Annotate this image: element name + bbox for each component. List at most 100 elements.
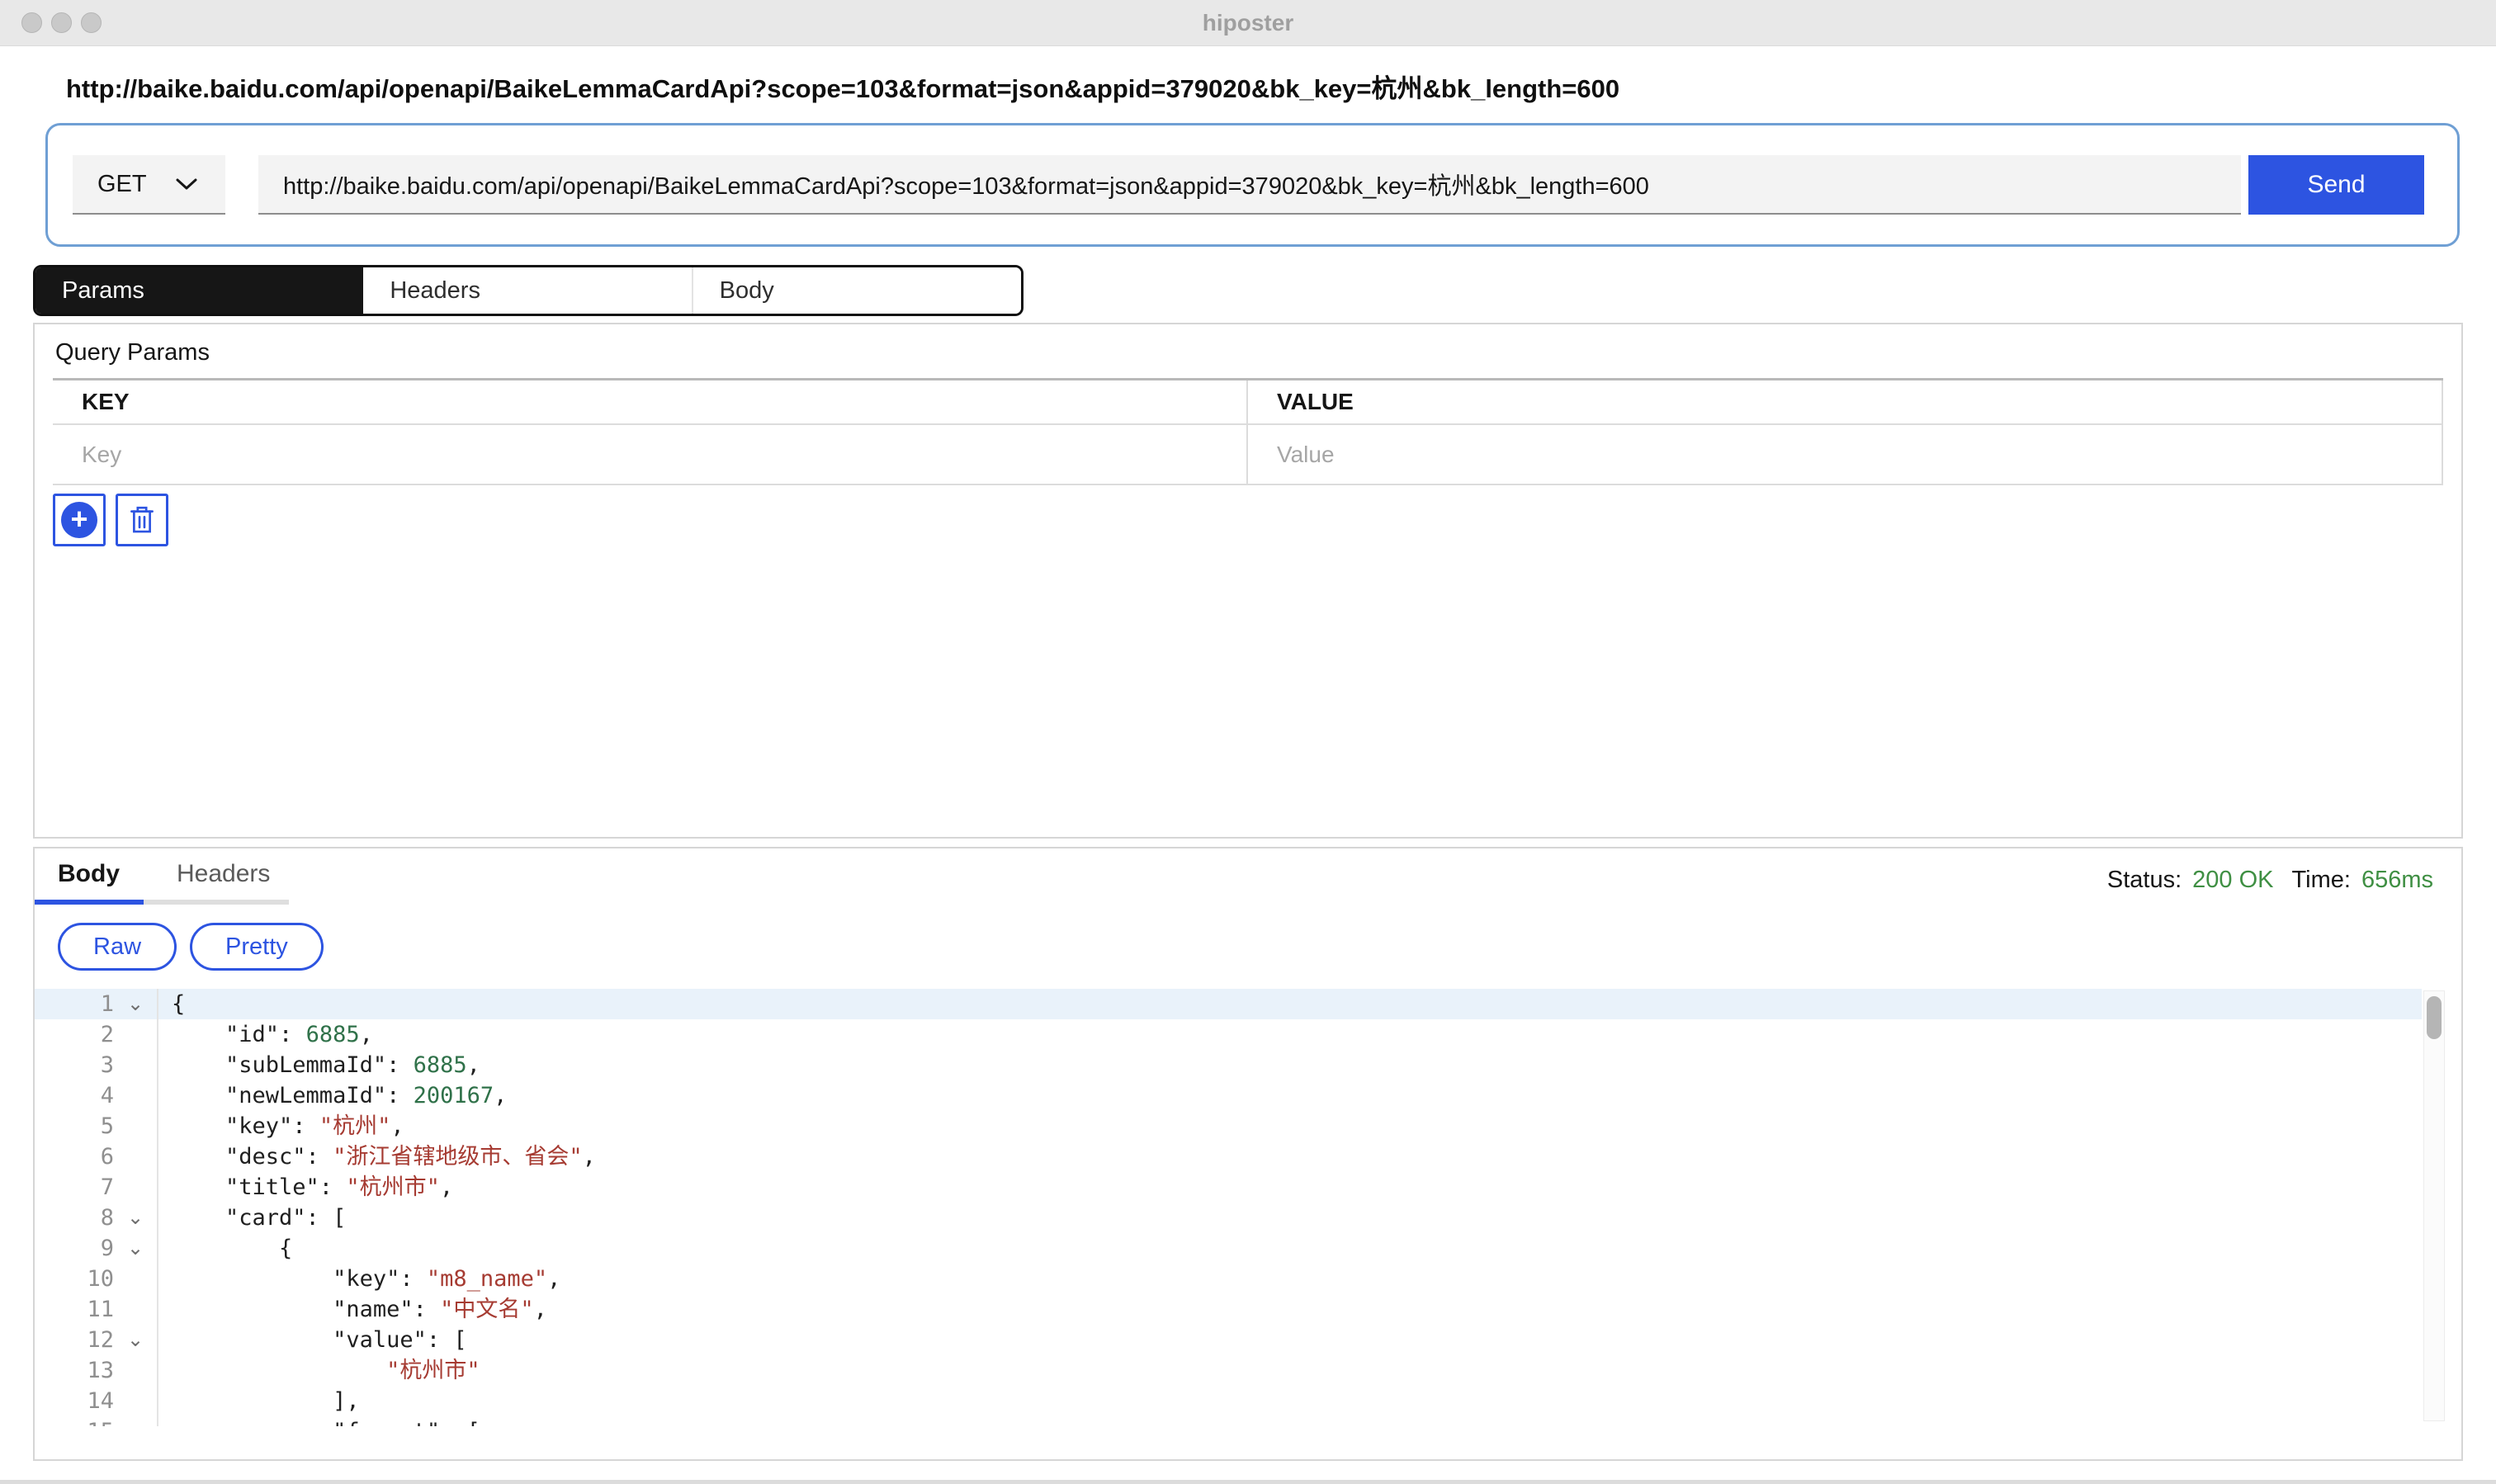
add-param-button[interactable]: +	[53, 494, 106, 546]
delete-param-button[interactable]	[116, 494, 168, 546]
gutter: 15	[35, 1416, 158, 1426]
table-header-row: KEY VALUE	[53, 380, 2443, 425]
code-line: 4 "newLemmaId": 200167,	[35, 1080, 2422, 1111]
fold-spacer	[114, 1386, 157, 1416]
fold-chevron-icon[interactable]: ⌄	[114, 1203, 157, 1233]
response-tab-body[interactable]: Body	[35, 860, 144, 905]
code-line: 13 "杭州市"	[35, 1355, 2422, 1386]
code-text: "subLemmaId": 6885,	[158, 1050, 480, 1080]
line-number: 11	[35, 1294, 114, 1325]
gutter: 10	[35, 1264, 158, 1294]
tab-params[interactable]: Params	[35, 267, 363, 314]
line-number: 7	[35, 1172, 114, 1203]
key-column-header: KEY	[53, 380, 1248, 423]
window-bottom-edge	[0, 1480, 2496, 1484]
pretty-button[interactable]: Pretty	[190, 923, 324, 971]
code-text: "desc": "浙江省辖地级市、省会",	[158, 1141, 596, 1172]
response-tab-headers-label: Headers	[177, 860, 270, 887]
gutter: 8⌄	[35, 1203, 158, 1233]
request-url-heading: http://baike.baidu.com/api/openapi/Baike…	[66, 68, 2463, 105]
fold-spacer	[114, 1416, 157, 1426]
code-line: 9⌄ {	[35, 1233, 2422, 1264]
code-line: 3 "subLemmaId": 6885,	[35, 1050, 2422, 1080]
code-text: "id": 6885,	[158, 1019, 373, 1050]
code-line: 14 ],	[35, 1386, 2422, 1416]
tab-body[interactable]: Body	[692, 267, 1021, 314]
gutter: 1⌄	[35, 989, 158, 1019]
line-number: 6	[35, 1141, 114, 1172]
response-body-viewer[interactable]: 1⌄{2 "id": 6885,3 "subLemmaId": 6885,4 "…	[35, 989, 2461, 1426]
plus-icon: +	[61, 502, 97, 538]
code-text: "杭州市"	[158, 1355, 480, 1386]
status-label: Status:	[2107, 867, 2182, 894]
code-line: 10 "key": "m8_name",	[35, 1264, 2422, 1294]
code-text: "card": [	[158, 1203, 346, 1233]
window-controls	[21, 12, 102, 33]
method-select[interactable]: GET	[73, 155, 225, 215]
fold-spacer	[114, 1050, 157, 1080]
minimize-window-button[interactable]	[51, 12, 72, 33]
window-title: hiposter	[0, 0, 2496, 46]
scrollbar-thumb[interactable]	[2427, 996, 2442, 1039]
code-text: "title": "杭州市",	[158, 1172, 453, 1203]
code-line: 12⌄ "value": [	[35, 1325, 2422, 1355]
response-tab-headers[interactable]: Headers	[144, 860, 289, 905]
response-view-buttons: Raw Pretty	[58, 923, 2461, 971]
code-text: "key": "m8_name",	[158, 1264, 560, 1294]
response-header: Body Headers Status: 200 OK Time: 656ms	[35, 848, 2461, 905]
line-number: 5	[35, 1111, 114, 1141]
scrollbar[interactable]	[2423, 990, 2445, 1421]
app-window: hiposter http://baike.baidu.com/api/open…	[0, 0, 2496, 1484]
value-column-header: VALUE	[1248, 380, 2443, 423]
param-value-cell	[1248, 425, 2443, 484]
trash-icon	[127, 503, 157, 536]
code-text: "value": [	[158, 1325, 467, 1355]
code-line: 5 "key": "杭州",	[35, 1111, 2422, 1141]
fold-spacer	[114, 1141, 157, 1172]
code-text: "key": "杭州",	[158, 1111, 404, 1141]
url-input[interactable]	[258, 155, 2241, 215]
param-key-cell	[53, 425, 1248, 484]
titlebar: hiposter	[0, 0, 2496, 46]
query-params-title: Query Params	[55, 339, 2443, 366]
gutter: 7	[35, 1172, 158, 1203]
time-label: Time:	[2292, 867, 2351, 894]
gutter: 12⌄	[35, 1325, 158, 1355]
response-panel: Body Headers Status: 200 OK Time: 656ms …	[33, 847, 2463, 1461]
gutter: 4	[35, 1080, 158, 1111]
fold-chevron-icon[interactable]: ⌄	[114, 1233, 157, 1264]
param-key-input[interactable]	[82, 442, 1188, 468]
gutter: 13	[35, 1355, 158, 1386]
line-number: 12	[35, 1325, 114, 1355]
tab-headers[interactable]: Headers	[363, 267, 691, 314]
code-line: 7 "title": "杭州市",	[35, 1172, 2422, 1203]
fold-spacer	[114, 1080, 157, 1111]
fold-spacer	[114, 1019, 157, 1050]
line-number: 1	[35, 989, 114, 1019]
gutter: 14	[35, 1386, 158, 1416]
fold-spacer	[114, 1355, 157, 1386]
code-line: 6 "desc": "浙江省辖地级市、省会",	[35, 1141, 2422, 1172]
param-value-input[interactable]	[1277, 442, 2383, 468]
code-lines: 1⌄{2 "id": 6885,3 "subLemmaId": 6885,4 "…	[35, 989, 2461, 1426]
close-window-button[interactable]	[21, 12, 42, 33]
send-button[interactable]: Send	[2248, 155, 2424, 215]
fold-chevron-icon[interactable]: ⌄	[114, 1325, 157, 1355]
code-text: {	[158, 1233, 292, 1264]
line-number: 15	[35, 1416, 114, 1426]
zoom-window-button[interactable]	[81, 12, 102, 33]
raw-button[interactable]: Raw	[58, 923, 177, 971]
line-number: 13	[35, 1355, 114, 1386]
code-line: 1⌄{	[35, 989, 2422, 1019]
code-text: "name": "中文名",	[158, 1294, 547, 1325]
code-line: 2 "id": 6885,	[35, 1019, 2422, 1050]
gutter: 11	[35, 1294, 158, 1325]
table-row	[53, 425, 2443, 485]
gutter: 5	[35, 1111, 158, 1141]
fold-spacer	[114, 1294, 157, 1325]
chevron-down-icon	[174, 177, 199, 191]
query-params-table: KEY VALUE	[53, 378, 2443, 485]
request-bar: GET Send	[45, 123, 2460, 247]
method-select-value: GET	[97, 171, 147, 198]
fold-chevron-icon[interactable]: ⌄	[114, 989, 157, 1019]
